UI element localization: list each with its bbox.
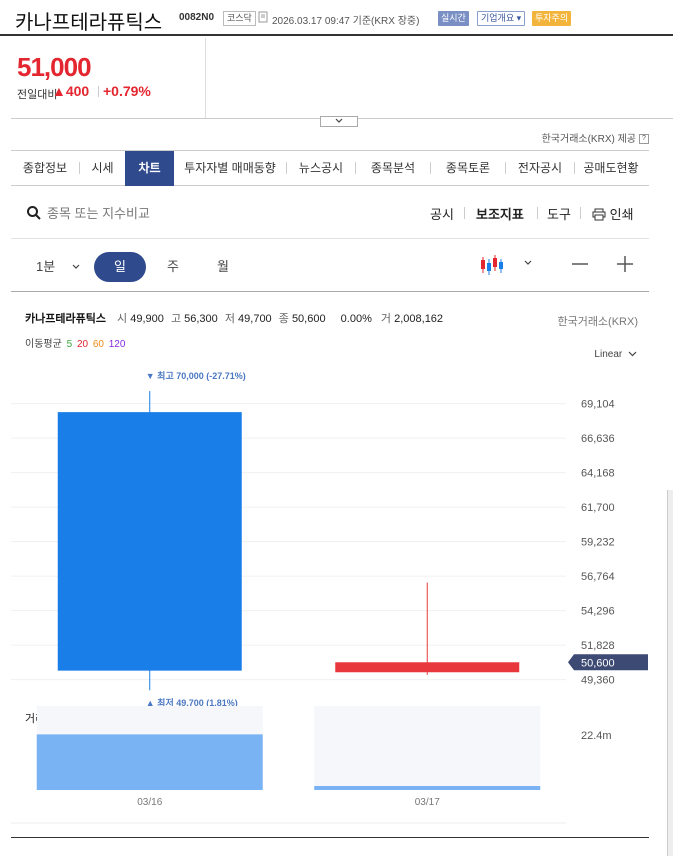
tab-discussion[interactable]: 종목토론	[431, 151, 505, 186]
volume-bar	[314, 786, 541, 790]
zoom-in-button[interactable]	[616, 253, 634, 279]
document-icon	[258, 11, 269, 26]
compare-search-input[interactable]	[47, 203, 247, 223]
volume-axis-label: 22.4m	[581, 730, 612, 742]
print-label: 인쇄	[609, 207, 634, 222]
realtime-badge[interactable]: 실시간	[438, 11, 469, 26]
market-tag: 코스닥	[223, 11, 256, 26]
volume-slot	[314, 706, 541, 790]
print-button[interactable]: 인쇄	[592, 204, 634, 223]
minus-icon	[572, 263, 588, 265]
y-tick-label: 69,104	[581, 399, 615, 411]
tab-news[interactable]: 뉴스공시	[287, 151, 355, 186]
printer-icon	[592, 208, 606, 221]
max-annotation: ▼ 최고 70,000 (-27.71%)	[146, 370, 246, 381]
zoom-out-button[interactable]	[571, 253, 589, 279]
x-tick-label: 03/16	[137, 797, 162, 808]
interval-select[interactable]: 1분	[36, 252, 55, 282]
tab-short-selling[interactable]: 공매도현황	[575, 151, 647, 186]
divider	[464, 207, 465, 219]
x-tick-label: 03/17	[415, 797, 440, 808]
divider	[11, 837, 649, 838]
candle-body	[335, 662, 520, 673]
chevron-down-icon[interactable]	[72, 264, 80, 270]
tab-analysis[interactable]: 종목분석	[356, 151, 430, 186]
candle-body	[57, 412, 242, 671]
period-week[interactable]: 주	[163, 252, 183, 282]
y-tick-label: 54,296	[581, 606, 615, 618]
change-percent: +0.79%	[98, 83, 151, 99]
disclosure-button[interactable]: 공시	[430, 204, 454, 223]
datetime-text: 2026.03.17 09:47	[272, 16, 350, 27]
tab-quotes[interactable]: 시세	[80, 151, 125, 186]
indicators-button[interactable]: 보조지표	[476, 204, 524, 223]
change-amount: ▲400	[52, 83, 90, 99]
expand-button[interactable]	[320, 116, 358, 127]
search-icon[interactable]	[26, 205, 42, 221]
candlestick-type-icon[interactable]	[479, 253, 505, 277]
chart-toolbar: 공시 보조지표 도구 인쇄	[11, 187, 649, 239]
quote-datetime: 2026.03.17 09:47 기준(KRX 장중)	[272, 12, 419, 27]
chevron-down-icon[interactable]	[524, 260, 532, 266]
period-month[interactable]: 월	[213, 252, 233, 282]
investment-warning-badge: 투자주의	[532, 11, 572, 26]
y-tick-label: 59,232	[581, 537, 615, 549]
tab-investor-trading[interactable]: 투자자별 매매동향	[174, 151, 286, 186]
tab-overview[interactable]: 종합정보	[11, 151, 79, 186]
basis-text: 기준(KRX 장중)	[352, 16, 420, 27]
chart-area[interactable]: 카나프테라퓨틱스 시 49,900 고 56,300 저 49,700 종 50…	[11, 293, 673, 856]
main-tabs: 종합정보 시세 차트 투자자별 매매동향 뉴스공시 종목분석 종목토론 전자공시…	[11, 150, 649, 186]
current-price-tag-label: 50,600	[581, 657, 615, 669]
chevron-down-icon	[335, 118, 343, 123]
current-price: 51,000	[17, 52, 92, 82]
divider	[580, 207, 581, 219]
volume-bar	[36, 734, 263, 790]
period-day[interactable]: 일	[94, 252, 146, 282]
y-tick-label: 61,700	[581, 502, 615, 514]
stock-title: 카나프테라퓨틱스	[15, 12, 163, 34]
y-tick-label: 66,636	[581, 433, 615, 445]
stock-header: 카나프테라퓨틱스 0082N0 코스닥 2026.03.17 09:47 기준(…	[0, 0, 673, 36]
y-tick-label: 64,168	[581, 468, 615, 480]
price-chart[interactable]: 69,104 66,636 64,168 61,700 59,232 56,764 54,2…	[11, 293, 673, 856]
tab-e-disclosure[interactable]: 전자공시	[506, 151, 574, 186]
source-note-text: 한국거래소(KRX) 제공	[541, 134, 636, 145]
price-box: 51,000 전일대비 ▲400 +0.79%	[11, 38, 206, 118]
period-bar: 1분 일 주 월	[11, 240, 649, 292]
y-tick-label: 56,764	[581, 571, 615, 583]
help-icon[interactable]: ?	[639, 134, 649, 145]
tab-chart[interactable]: 차트	[125, 151, 174, 186]
stock-code: 0082N0	[179, 12, 215, 23]
company-overview-button[interactable]: 기업개요 ▾	[477, 11, 526, 26]
page-scrollbar[interactable]	[667, 490, 673, 856]
divider	[537, 207, 538, 219]
y-tick-label: 51,828	[581, 640, 615, 652]
plus-icon	[617, 256, 633, 272]
source-note: 한국거래소(KRX) 제공?	[542, 130, 649, 145]
tools-button[interactable]: 도구	[547, 204, 571, 223]
y-tick-label: 49,360	[581, 675, 615, 687]
